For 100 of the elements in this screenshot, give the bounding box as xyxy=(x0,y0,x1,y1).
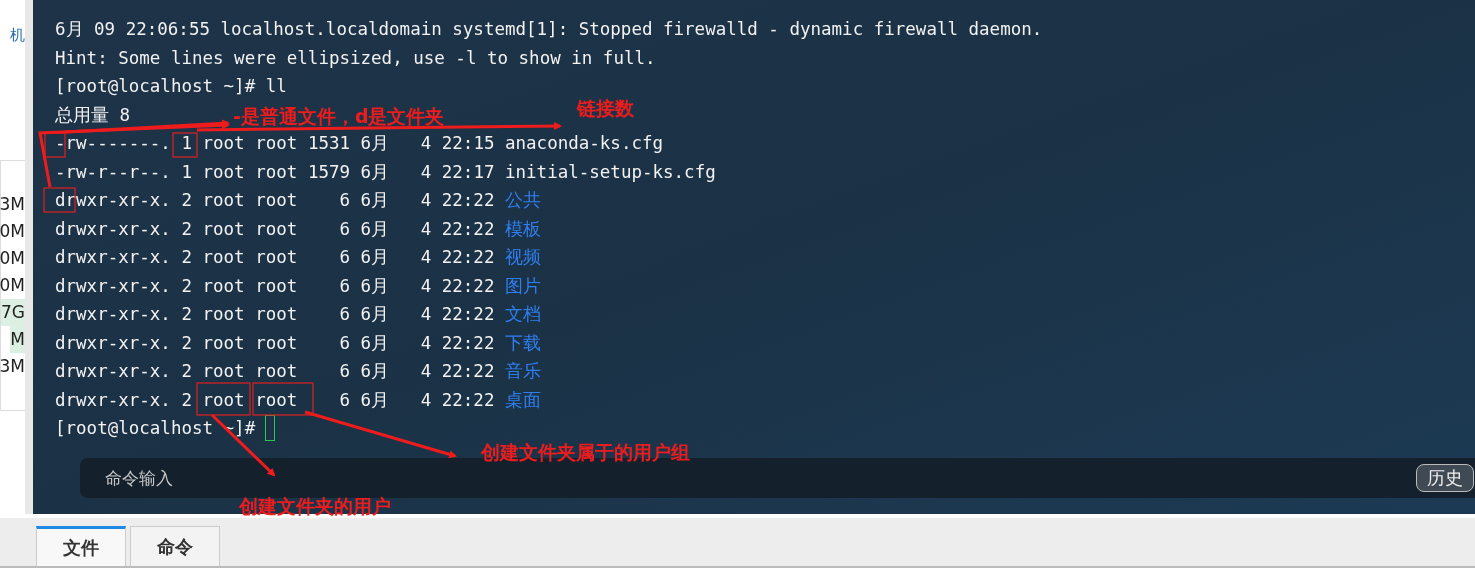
group-name: root xyxy=(255,218,298,239)
file-size: 1531 xyxy=(307,133,351,154)
link-count: 1 xyxy=(181,161,192,182)
group-name: root xyxy=(255,361,298,382)
file-type: d xyxy=(55,361,66,382)
file-type: d xyxy=(55,275,66,296)
owner-name: root xyxy=(202,332,245,353)
owner-name: root xyxy=(202,361,245,382)
group-name: root xyxy=(255,133,298,154)
day: 4 xyxy=(399,275,432,296)
permissions: rw-r--r--. xyxy=(65,161,171,182)
time: 22:22 xyxy=(441,332,495,353)
link-count: 2 xyxy=(181,361,192,382)
owner-name: root xyxy=(202,389,245,410)
sidebar-label[interactable]: 机 xyxy=(10,26,25,45)
group-name: root xyxy=(255,304,298,325)
month: 6月 xyxy=(360,360,390,384)
terminal-prompt: [root@localhost ~]# xyxy=(55,418,256,439)
highlight-frame xyxy=(196,382,251,416)
link-count: 1 xyxy=(181,133,192,154)
permissions: rwxr-xr-x. xyxy=(65,304,171,325)
file-name: anaconda-ks.cfg xyxy=(505,133,664,154)
file-size: 1579 xyxy=(307,161,351,182)
directory-name: 公共 xyxy=(505,189,541,213)
size-value: M xyxy=(10,326,25,353)
owner-name: root xyxy=(202,218,245,239)
file-type: - xyxy=(55,161,66,182)
terminal-line: 总用量 8 xyxy=(55,103,131,127)
size-value: 3M xyxy=(0,355,25,378)
permissions: rwxr-xr-x. xyxy=(65,361,171,382)
group-name: root xyxy=(255,161,298,182)
month: 6月 xyxy=(360,132,390,156)
day: 4 xyxy=(399,133,432,154)
file-type: d xyxy=(55,332,66,353)
month: 6月 xyxy=(360,388,390,412)
month: 6月 xyxy=(360,274,390,298)
link-count: 2 xyxy=(181,190,192,211)
annotation-label: 链接数 xyxy=(577,96,634,121)
annotation-label: 创建文件夹属于的用户组 xyxy=(481,440,690,465)
owner-name: root xyxy=(202,161,245,182)
time: 22:17 xyxy=(441,161,495,182)
file-type: d xyxy=(55,389,66,410)
time: 22:22 xyxy=(441,190,495,211)
file-type: d xyxy=(55,218,66,239)
permissions: rwxr-xr-x. xyxy=(65,190,171,211)
text-cursor xyxy=(265,415,276,442)
link-count: 2 xyxy=(181,247,192,268)
file-size: 6 xyxy=(338,190,351,211)
file-size: 6 xyxy=(338,247,351,268)
size-value: 0M xyxy=(0,274,25,297)
link-count: 2 xyxy=(181,389,192,410)
permissions: rwxr-xr-x. xyxy=(65,389,171,410)
tab[interactable]: 命令 xyxy=(130,526,220,566)
directory-name: 文档 xyxy=(505,303,541,327)
owner-name: root xyxy=(202,190,245,211)
file-name: initial-setup-ks.cfg xyxy=(505,161,716,182)
owner-name: root xyxy=(202,247,245,268)
group-name: root xyxy=(255,247,298,268)
file-size: 6 xyxy=(338,332,351,353)
directory-name: 下载 xyxy=(505,331,541,355)
time: 22:22 xyxy=(441,389,495,410)
arrow xyxy=(210,413,276,477)
annotation-label: -是普通文件，d是文件夹 xyxy=(233,104,445,129)
highlight-frame xyxy=(44,132,66,158)
link-count: 2 xyxy=(181,304,192,325)
link-count: 2 xyxy=(181,218,192,239)
directory-name: 音乐 xyxy=(505,360,541,384)
file-type: d xyxy=(55,190,66,211)
owner-name: root xyxy=(202,304,245,325)
month: 6月 xyxy=(360,246,390,270)
history-button[interactable]: 历史 xyxy=(1416,464,1474,492)
day: 4 xyxy=(399,161,432,182)
size-value: 3M xyxy=(0,193,25,216)
tab[interactable]: 文件 xyxy=(36,526,126,566)
permissions: rwxr-xr-x. xyxy=(65,218,171,239)
file-size: 6 xyxy=(338,389,351,410)
command-input[interactable]: 命令输入 xyxy=(103,467,507,489)
file-size: 6 xyxy=(338,361,351,382)
day: 4 xyxy=(399,247,432,268)
file-size: 6 xyxy=(338,218,351,239)
day: 4 xyxy=(399,332,432,353)
group-name: root xyxy=(255,389,298,410)
permissions: rwxr-xr-x. xyxy=(65,247,171,268)
file-size: 6 xyxy=(338,304,351,325)
directory-name: 桌面 xyxy=(505,388,541,412)
link-count: 2 xyxy=(181,332,192,353)
time: 22:22 xyxy=(441,304,495,325)
size-value: 0M xyxy=(0,220,25,243)
terminal-line: 6月 09 22:06:55 localhost.localdomain systemd[1]: Stopped firewalld - dynamic firewall daemon. xyxy=(55,18,1043,42)
month: 6月 xyxy=(360,331,390,355)
terminal-line: [root@localhost ~]# ll xyxy=(55,76,287,97)
month: 6月 xyxy=(360,189,390,213)
directory-name: 视频 xyxy=(505,246,541,270)
time: 22:22 xyxy=(441,361,495,382)
size-value: 7G xyxy=(1,299,25,326)
annotation-label: 创建文件夹的用户 xyxy=(239,494,391,519)
file-type: - xyxy=(55,133,66,154)
month: 6月 xyxy=(360,160,390,184)
permissions: rw-------. xyxy=(65,133,171,154)
directory-name: 模板 xyxy=(505,217,541,241)
